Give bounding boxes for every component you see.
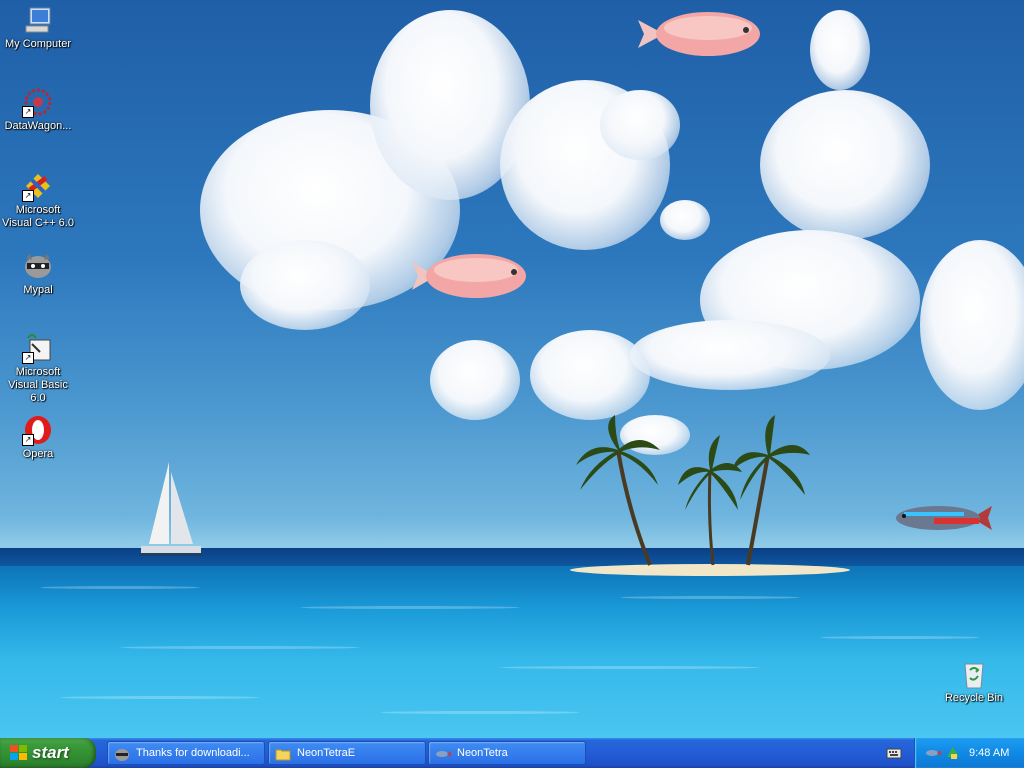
wave [40, 586, 200, 589]
fish-icon [436, 751, 451, 757]
desktop-icon-datawagon[interactable]: ↗ DataWagon... [0, 86, 76, 133]
desktop-icon-label: Recycle Bin [944, 692, 1004, 704]
shortcut-arrow-icon: ↗ [22, 106, 34, 118]
recycle-bin-icon [958, 658, 990, 690]
wave [60, 696, 260, 699]
computer-icon [22, 4, 54, 36]
safely-remove-hardware-icon[interactable] [945, 745, 961, 761]
start-label: start [32, 743, 69, 762]
cloud [530, 330, 650, 420]
desktop-icon-mypal[interactable]: Mypal [0, 250, 76, 297]
cloud [760, 90, 930, 240]
desktop-icon-my-computer[interactable]: My Computer [0, 4, 76, 51]
sailboat [139, 462, 203, 556]
desktop-icon-label: Microsoft Visual Basic 6.0 [8, 366, 68, 404]
taskbar-button-label: NeonTetraE [297, 747, 356, 759]
desktop-icon-label: Opera [22, 448, 54, 460]
taskbar-button-label: Thanks for downloadi... [136, 747, 250, 759]
wave [820, 636, 980, 639]
taskbar: start Thanks for downloadi... NeonTetraE… [0, 738, 1024, 768]
wave [300, 606, 520, 609]
desktop-icon-msvc[interactable]: ↗ Microsoft Visual C++ 6.0 [0, 170, 76, 230]
desktop-icon-label: DataWagon... [4, 120, 72, 132]
taskbar-button-neontetra[interactable]: NeonTetra [428, 741, 586, 765]
opera-icon: ↗ [22, 414, 54, 446]
cloud [430, 340, 520, 420]
cloud [240, 240, 370, 330]
shortcut-arrow-icon: ↗ [22, 434, 34, 446]
taskbar-button-label: NeonTetra [457, 747, 508, 759]
desktop-icon-recycle-bin[interactable]: Recycle Bin [936, 658, 1012, 705]
windows-logo-icon [10, 745, 27, 760]
shortcut-arrow-icon: ↗ [22, 190, 34, 202]
ocean [0, 566, 1024, 738]
wave [500, 666, 760, 669]
wave [620, 596, 800, 599]
taskbar-button-thanks[interactable]: Thanks for downloadi... [107, 741, 265, 765]
datawagon-icon: ↗ [22, 86, 54, 118]
cloud [810, 10, 870, 90]
cloud [660, 200, 710, 240]
shortcut-arrow-icon: ↗ [22, 352, 34, 364]
cloud [920, 240, 1024, 410]
desktop-icon-msvb[interactable]: ↗ Microsoft Visual Basic 6.0 [0, 332, 76, 405]
desktop-icon-opera[interactable]: ↗ Opera [0, 414, 76, 461]
desktop-icon-label: Mypal [23, 284, 53, 296]
pink-gourami-fish [412, 254, 526, 298]
wave [380, 711, 580, 714]
taskbar-button-neontetrae[interactable]: NeonTetraE [268, 741, 426, 765]
desktop-icon-label: Microsoft Visual C++ 6.0 [2, 204, 74, 229]
neon-tetra-fish [896, 506, 992, 530]
cloud [630, 320, 830, 390]
folder-icon [275, 749, 291, 761]
raccoon-icon [115, 749, 129, 761]
palm-island [570, 415, 850, 576]
raccoon-icon [22, 250, 54, 282]
desktop-icon-label: My Computer [4, 38, 72, 50]
visual-cpp-icon: ↗ [22, 170, 54, 202]
start-button[interactable]: start [0, 738, 96, 768]
tray-fish-icon[interactable] [925, 746, 941, 760]
system-tray: 9:48 AM [914, 738, 1024, 768]
desktop-wallpaper: My Computer ↗ DataWagon... ↗ Microsoft V… [0, 0, 1024, 738]
pink-gourami-fish [638, 12, 760, 56]
wave [120, 646, 360, 649]
clock[interactable]: 9:48 AM [969, 747, 1009, 759]
visual-basic-icon: ↗ [22, 332, 54, 364]
cloud [600, 90, 680, 160]
keyboard-icon[interactable] [886, 746, 902, 760]
